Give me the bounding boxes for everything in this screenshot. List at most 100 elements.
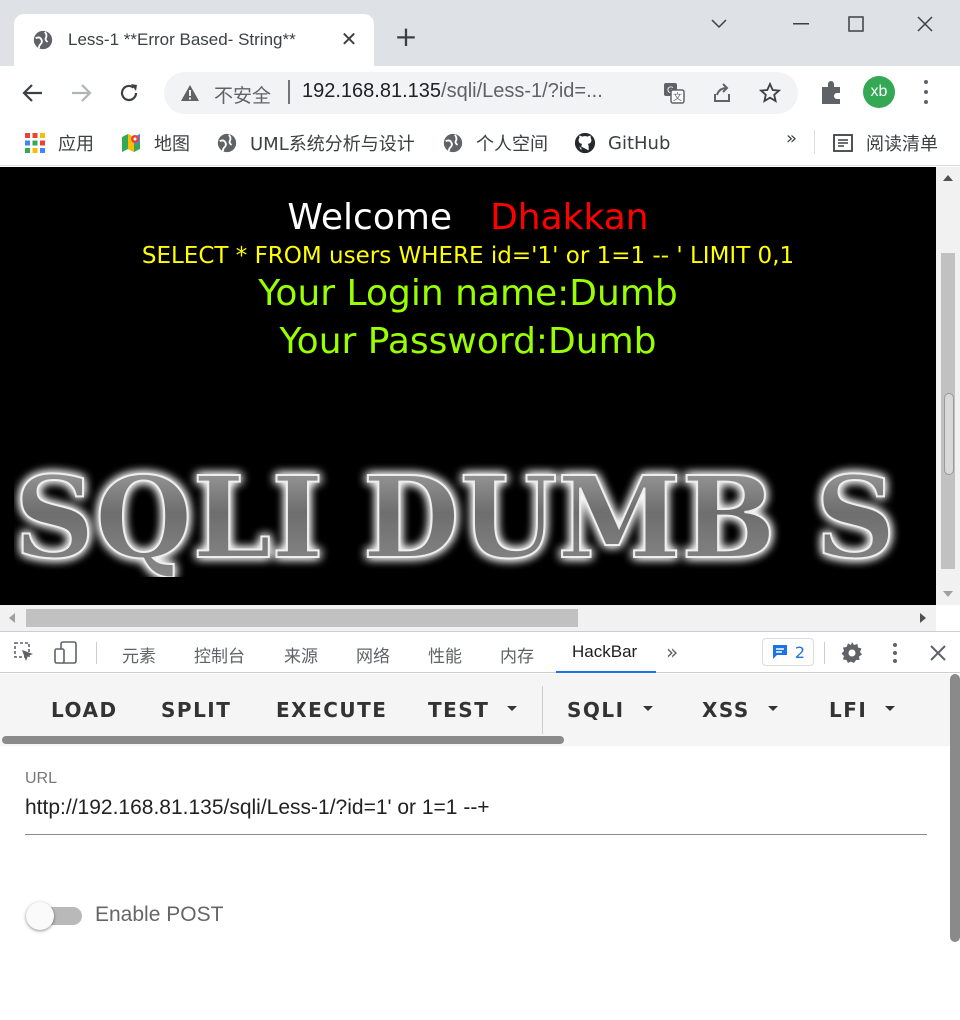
lfi-dropdown[interactable]: LFI [829, 698, 896, 722]
bookmark-apps[interactable]: 应用 [24, 130, 94, 156]
password-line: Your Password:Dumb [279, 321, 657, 362]
user-name: Dhakkan [490, 197, 649, 238]
tab-memory[interactable]: 内存 [500, 642, 534, 667]
test-dropdown[interactable]: TEST [428, 698, 518, 722]
lfi-label: LFI [829, 698, 868, 722]
xss-label: XSS [702, 698, 750, 722]
hackbar-vertical-scrollbar[interactable] [950, 674, 960, 1020]
address-bar[interactable]: 不安全 192.168.81.135/sqli/Less-1/?id=... G… [164, 72, 798, 114]
minimize-icon[interactable] [786, 10, 816, 38]
bookmarks-overflow-button[interactable]: » [786, 128, 797, 149]
url-host: 192.168.81.135 [302, 80, 442, 102]
hackbar-horizontal-scrollbar[interactable] [2, 736, 564, 744]
back-icon[interactable] [18, 78, 48, 108]
bookmark-label: 个人空间 [476, 134, 548, 155]
security-label[interactable]: 不安全 [214, 81, 271, 108]
chevron-down-icon [642, 706, 653, 711]
close-window-icon[interactable] [910, 10, 940, 38]
github-icon [574, 132, 596, 154]
apps-grid-icon [25, 133, 45, 153]
toggle-knob[interactable] [26, 902, 54, 930]
url-path: /sqli/Less-1/?id=... [441, 80, 603, 102]
bookmark-uml[interactable]: UML系统分析与设计 [216, 130, 415, 156]
login-name: Your Login name:Dumb [258, 273, 678, 314]
sqli-dropdown[interactable]: SQLI [567, 698, 653, 722]
active-tab-indicator [556, 671, 656, 673]
execute-button[interactable]: EXECUTE [276, 698, 387, 722]
reading-list-label: 阅读清单 [866, 134, 938, 155]
globe-icon [33, 30, 53, 50]
forward-icon[interactable] [66, 78, 96, 108]
page-vertical-scrollbar[interactable] [936, 167, 960, 605]
hackbar-divider [542, 686, 543, 734]
welcome-text: Welcome [287, 197, 453, 238]
devtools-divider [824, 642, 825, 664]
sql-query: SELECT * FROM users WHERE id='1' or 1=1 … [141, 243, 795, 269]
scroll-left-icon[interactable] [9, 613, 15, 623]
bookmark-star-icon[interactable] [758, 81, 782, 105]
close-devtools-icon[interactable] [930, 645, 946, 661]
scrollbar-thumb[interactable] [950, 674, 960, 942]
scroll-grip[interactable] [944, 393, 954, 475]
issues-badge[interactable]: 2 [762, 638, 814, 666]
page-horizontal-scrollbar[interactable] [0, 605, 936, 631]
settings-gear-icon[interactable] [840, 641, 864, 665]
bookmark-label: 应用 [58, 134, 94, 155]
tab-performance[interactable]: 性能 [428, 642, 462, 667]
new-tab-button[interactable]: + [392, 23, 420, 52]
tab-elements[interactable]: 元素 [122, 642, 156, 667]
globe-icon [443, 133, 463, 153]
bookmark-github[interactable]: GitHub [574, 130, 670, 156]
warning-icon[interactable] [180, 83, 200, 103]
enable-post-label: Enable POST [95, 903, 224, 926]
translate-icon[interactable]: G文 [662, 81, 686, 105]
bookmarks-bar: 应用 地图 UML系统分析与设计 个人空间 GitHub 阅读清单 [0, 120, 960, 166]
maximize-icon[interactable] [841, 10, 871, 38]
device-toolbar-icon[interactable] [54, 641, 78, 665]
url-input[interactable]: http://192.168.81.135/sqli/Less-1/?id=1'… [25, 796, 927, 820]
tab-hackbar[interactable]: HackBar [572, 642, 637, 662]
browser-tab[interactable]: Less-1 **Error Based- String** ✕ [14, 14, 374, 66]
bookmark-personal-space[interactable]: 个人空间 [442, 130, 548, 156]
browser-toolbar: 不安全 192.168.81.135/sqli/Less-1/?id=... G… [0, 66, 960, 120]
chevron-down-icon [767, 706, 778, 711]
xss-dropdown[interactable]: XSS [702, 698, 778, 722]
tab-search-icon[interactable] [704, 10, 734, 38]
url-text[interactable]: 192.168.81.135/sqli/Less-1/?id=... [302, 80, 603, 103]
extensions-icon[interactable] [818, 78, 846, 106]
chevron-down-icon [885, 706, 896, 711]
load-button[interactable]: LOAD [51, 698, 118, 722]
test-label: TEST [428, 698, 490, 722]
inspect-element-icon[interactable] [14, 642, 36, 664]
scroll-down-icon[interactable] [943, 591, 953, 597]
chevron-down-icon [507, 706, 518, 711]
tab-network[interactable]: 网络 [356, 642, 390, 667]
tab-title: Less-1 **Error Based- String** [68, 30, 296, 49]
tab-console[interactable]: 控制台 [194, 642, 245, 667]
message-icon [772, 645, 787, 659]
tab-close-icon[interactable]: ✕ [338, 27, 360, 51]
bookmark-label: 地图 [154, 134, 190, 155]
scroll-right-icon[interactable] [920, 613, 926, 623]
banner-text: SQLI DUMB S [14, 457, 896, 577]
tab-sources[interactable]: 来源 [284, 642, 318, 667]
browser-menu-icon[interactable] [916, 80, 936, 104]
reading-list[interactable]: 阅读清单 [832, 130, 938, 156]
scroll-up-icon[interactable] [943, 175, 953, 181]
bookmark-label: UML系统分析与设计 [250, 134, 415, 155]
sqli-label: SQLI [567, 698, 625, 722]
split-button[interactable]: SPLIT [161, 698, 231, 722]
more-tabs-button[interactable]: » [666, 640, 678, 664]
bookmarks-separator [814, 130, 815, 154]
reading-list-icon [833, 134, 853, 152]
devtools-menu-icon[interactable] [892, 643, 898, 663]
profile-avatar[interactable]: xb [863, 76, 895, 108]
share-icon[interactable] [710, 81, 734, 105]
maps-icon [122, 134, 140, 152]
scrollbar-thumb[interactable] [26, 609, 578, 627]
bookmark-maps[interactable]: 地图 [120, 130, 190, 156]
reload-icon[interactable] [114, 78, 144, 108]
welcome-line: Welcome Dhakkan [0, 197, 936, 238]
url-input-underline [25, 834, 927, 835]
bookmark-label: GitHub [608, 132, 671, 154]
